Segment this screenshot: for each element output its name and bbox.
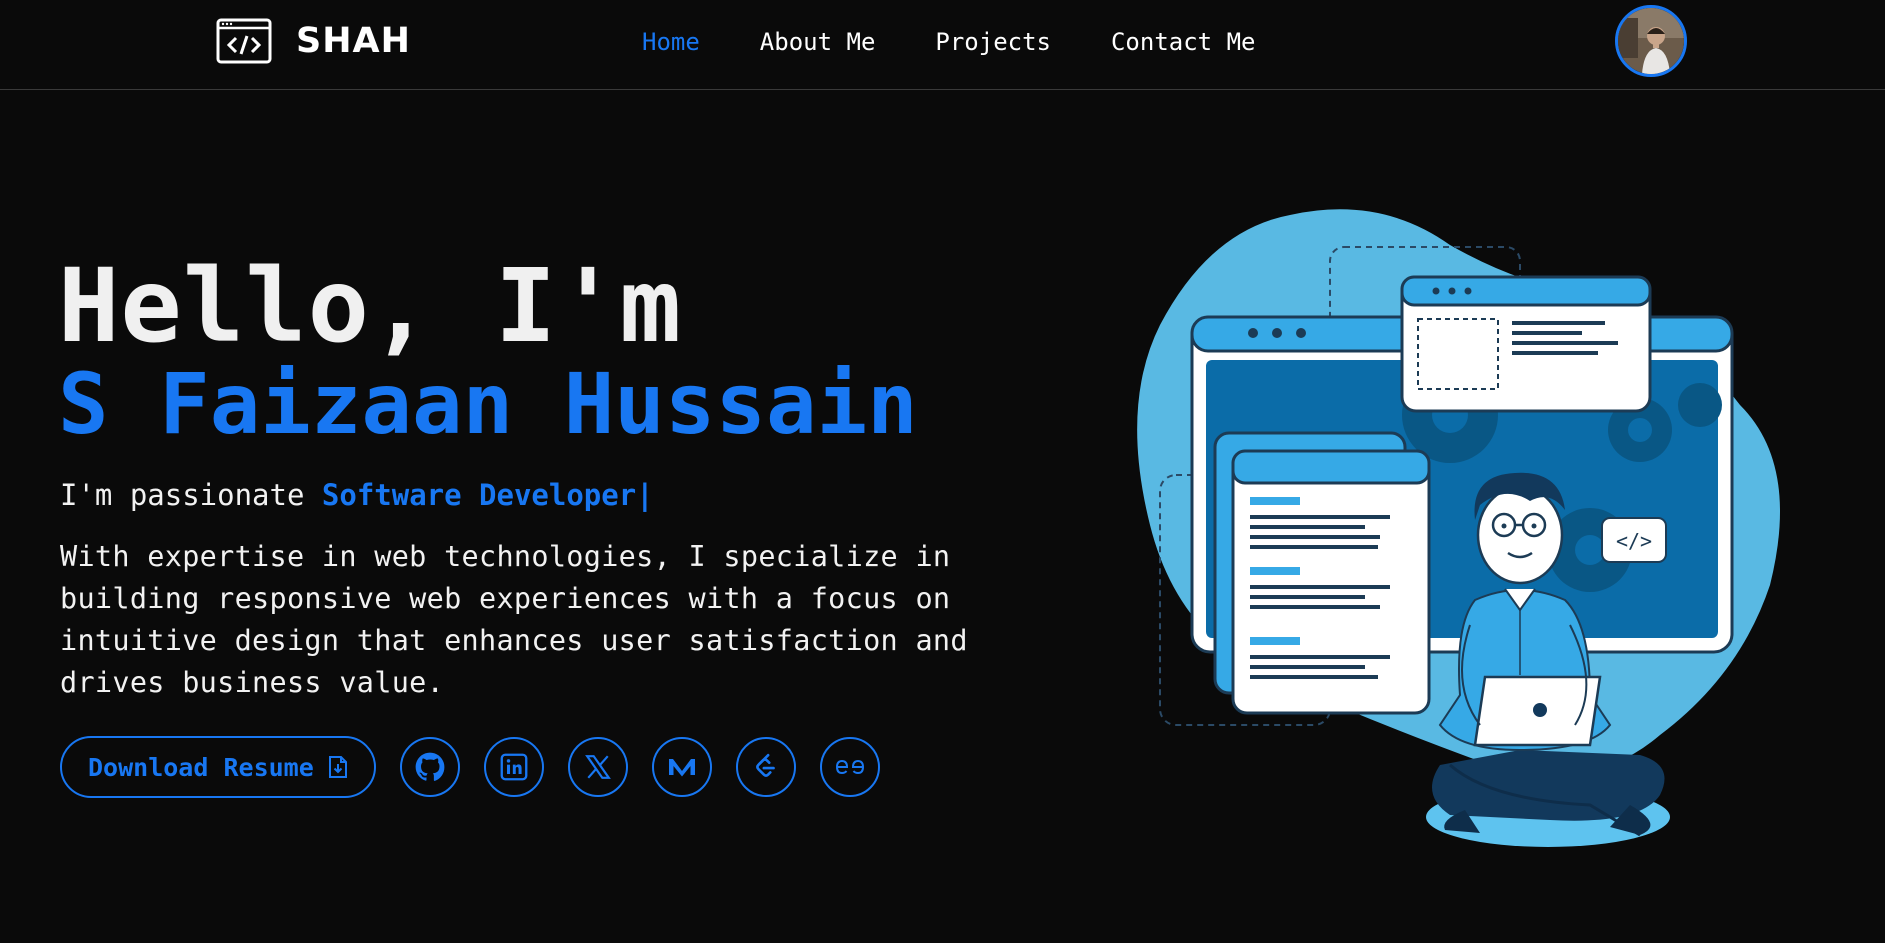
developer-illustration: </> [1137, 209, 1780, 847]
nav-link-home[interactable]: Home [642, 24, 700, 60]
hero-description: With expertise in web technologies, I sp… [60, 540, 968, 699]
download-resume-button[interactable]: Download Resume [60, 736, 376, 798]
logo[interactable]: SHAH [216, 18, 411, 64]
hero-tagline: I'm passionate Software Developer| [60, 478, 654, 512]
tagline-prefix: I'm passionate [60, 478, 322, 512]
file-download-icon [328, 756, 347, 778]
avatar-photo [1618, 8, 1684, 74]
x-icon [584, 755, 611, 779]
navbar: SHAH Home About Me Projects Contact Me [0, 0, 1885, 90]
logo-text: SHAH [296, 21, 411, 61]
tagline-role: Software Developer| [321, 478, 654, 512]
nav-link-about[interactable]: About Me [760, 24, 876, 60]
svg-text:</>: </> [1616, 529, 1652, 553]
geeksforgeeks-link[interactable] [819, 737, 880, 797]
linkedin-icon [500, 753, 528, 781]
medium-link[interactable] [651, 737, 712, 797]
medium-icon [668, 759, 695, 777]
leetcode-icon [755, 753, 775, 777]
linkedin-link[interactable] [483, 737, 544, 797]
avatar[interactable] [1615, 5, 1687, 77]
download-resume-label: Download Resume [88, 752, 314, 782]
hero-actions: Download Resume [60, 736, 904, 798]
x-link[interactable] [567, 737, 628, 797]
hero-greeting: Hello, I'm [58, 247, 683, 366]
nav-menu: Home About Me Projects Contact Me [642, 24, 1315, 60]
code-window-icon [216, 18, 272, 64]
nav-link-projects[interactable]: Projects [935, 24, 1051, 60]
leetcode-link[interactable] [735, 737, 796, 797]
geeksforgeeks-icon [835, 759, 864, 775]
hero-name: S Faizaan Hussain [58, 355, 918, 453]
nav-link-contact[interactable]: Contact Me [1111, 24, 1256, 60]
github-icon [415, 752, 445, 781]
github-link[interactable] [399, 737, 460, 797]
